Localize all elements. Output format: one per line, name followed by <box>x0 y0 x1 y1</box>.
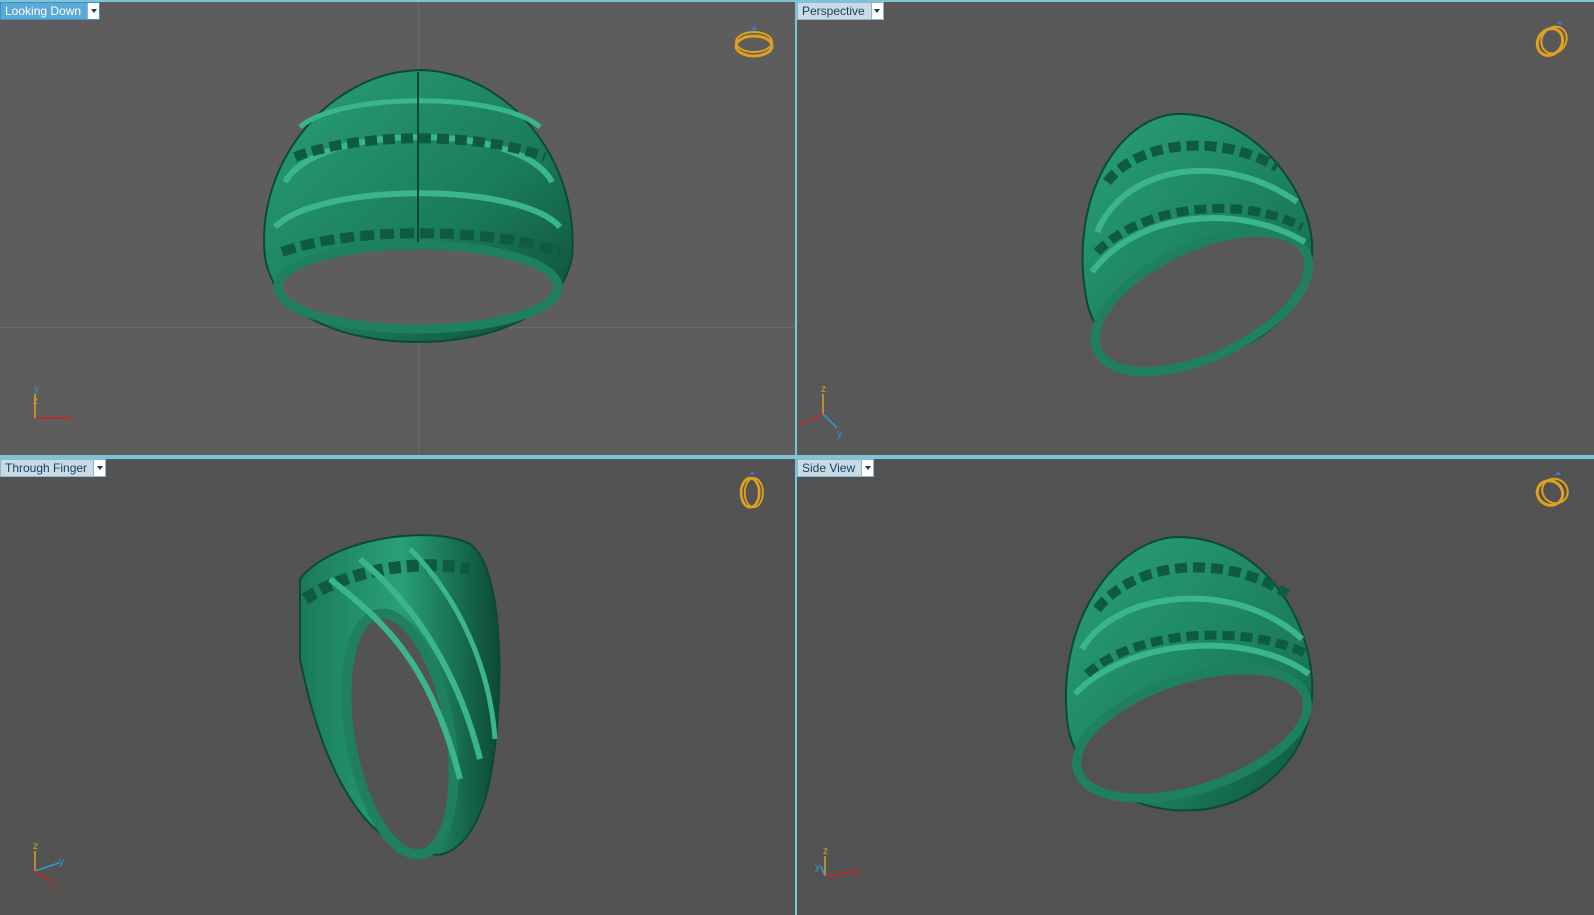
viewport-label-looking-down[interactable]: Looking Down <box>0 2 101 20</box>
chevron-down-icon[interactable] <box>93 460 106 476</box>
ring-model-top[interactable] <box>0 2 795 455</box>
viewport-label-text: Side View <box>802 461 856 475</box>
axis-indicator: y z x <box>33 384 72 424</box>
axis-x-label: x <box>51 881 56 892</box>
viewport-label-perspective[interactable]: Perspective <box>797 2 884 20</box>
axis-z-label: z <box>33 841 38 852</box>
viewport-looking-down[interactable]: y z x Looking Down <box>0 2 795 455</box>
axis-x-label: x <box>855 867 860 878</box>
viewport-through-finger[interactable]: z y x Through Finger <box>0 459 795 915</box>
axis-indicator: z y x <box>815 846 860 878</box>
axis-y-label: y <box>837 429 842 440</box>
ring-navigation-icon[interactable] <box>1530 469 1574 509</box>
ring-navigation-icon[interactable] <box>1530 18 1574 58</box>
axis-y-label: y <box>815 862 820 873</box>
ring-navigation-icon[interactable] <box>730 469 774 509</box>
axis-indicator: z y x <box>33 841 64 892</box>
ring-model-side-view[interactable] <box>797 459 1594 915</box>
ring-model-through-finger[interactable] <box>0 459 795 915</box>
viewport-label-side-view[interactable]: Side View <box>797 459 875 477</box>
viewport-label-through-finger[interactable]: Through Finger <box>0 459 107 477</box>
ring-navigation-icon[interactable] <box>732 22 776 62</box>
axis-x-label: x <box>67 413 72 424</box>
viewport-perspective[interactable]: z x y Perspective <box>797 2 1594 455</box>
viewport-label-text: Perspective <box>802 4 865 18</box>
chevron-down-icon[interactable] <box>870 3 883 19</box>
axis-y-label: y <box>34 384 39 395</box>
ring-model-perspective[interactable] <box>797 2 1594 455</box>
axis-y-label: y <box>59 857 64 868</box>
viewport-side-view[interactable]: z y x Side View <box>797 459 1594 915</box>
axis-z-label: z <box>33 396 38 407</box>
axis-z-label: z <box>821 384 826 395</box>
chevron-down-icon[interactable] <box>87 3 100 19</box>
axis-x-label: x <box>799 418 804 429</box>
axis-z-label: z <box>823 846 828 857</box>
chevron-down-icon[interactable] <box>861 460 874 476</box>
viewport-label-text: Looking Down <box>5 4 82 18</box>
viewport-label-text: Through Finger <box>5 461 88 475</box>
axis-indicator: z x y <box>799 384 842 440</box>
